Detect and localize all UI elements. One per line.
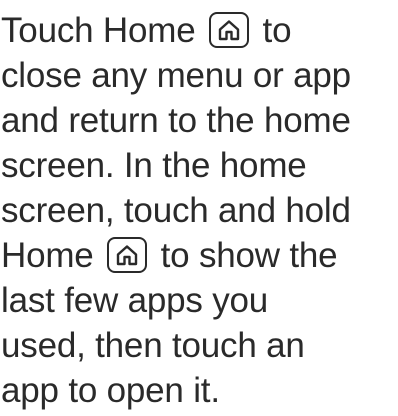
home-key-icon: [209, 11, 250, 48]
instruction-paragraph: Touch Home to close any menu or app and …: [0, 0, 398, 414]
text-to-show-the: to show the: [160, 236, 338, 275]
text-touch-home: Touch Home: [1, 11, 196, 50]
text-line-3: and return to the home: [1, 101, 351, 140]
home-icon: [218, 20, 240, 40]
text-line-6: Home to show the: [1, 231, 338, 281]
text-to: to: [262, 11, 292, 50]
text-line-9: app to open it.: [1, 371, 220, 410]
text-line-7: last few apps you: [1, 281, 269, 320]
text-line-2: close any menu or app: [1, 56, 351, 95]
text-line-5: screen, touch and hold: [1, 191, 351, 230]
text-line-8: used, then touch an: [1, 326, 305, 365]
home-icon: [116, 245, 138, 265]
text-home: Home: [1, 236, 94, 275]
text-line-4: screen. In the home: [1, 146, 307, 185]
text-line-1: Touch Home to: [1, 6, 292, 56]
home-key-icon: [107, 236, 148, 273]
